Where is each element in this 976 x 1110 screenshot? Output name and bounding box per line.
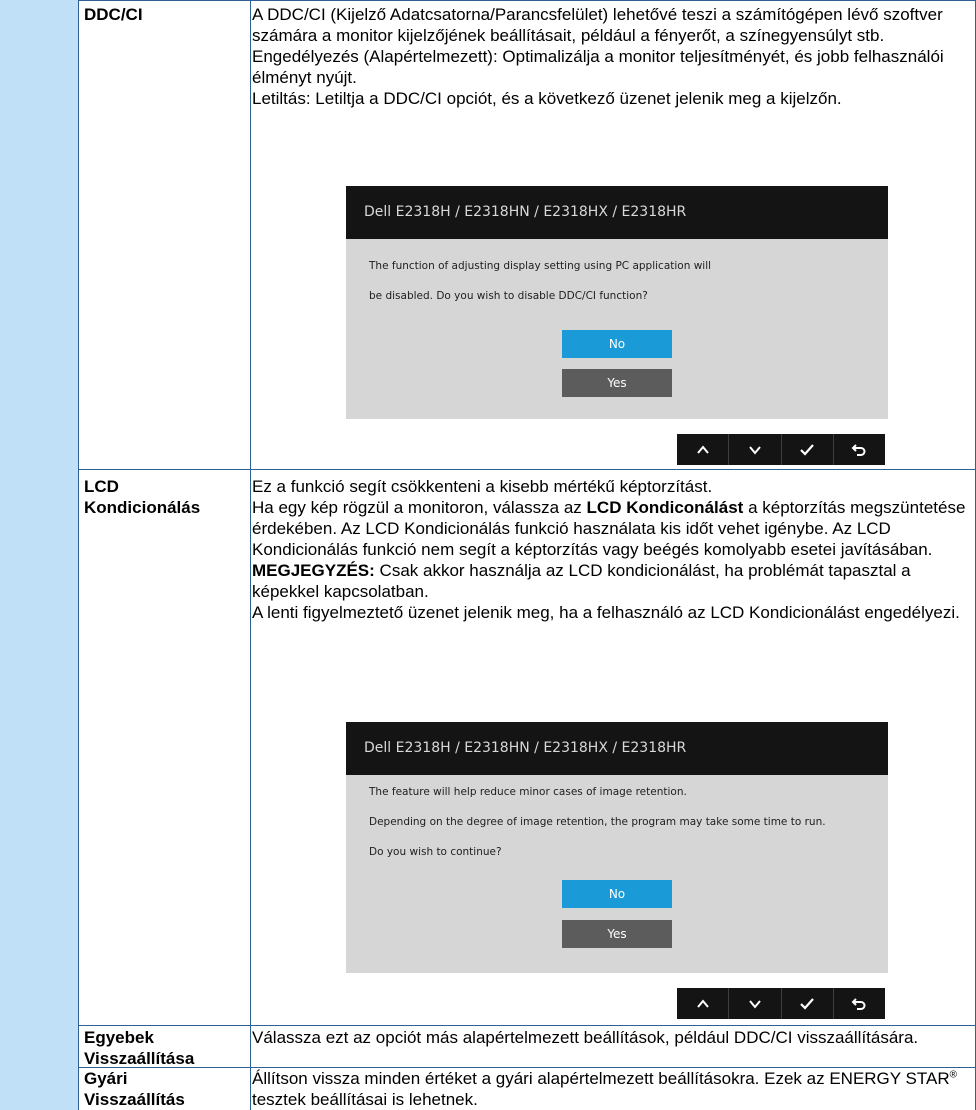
ddcci-dialog: Dell E2318H / E2318HN / E2318HX / E2318H… <box>346 186 888 419</box>
paragraph: A DDC/CI (Kijelző Adatcsatorna/Parancsfe… <box>252 5 943 45</box>
registered-mark: ® <box>949 1069 957 1081</box>
row-label-ddcci: DDC/CI <box>84 4 143 25</box>
text-run: Ha egy kép rögzül a monitoron, válassza … <box>252 498 582 517</box>
osd-nav-bar <box>677 988 885 1019</box>
label-text: Gyári <box>84 1069 128 1088</box>
checkmark-icon[interactable] <box>780 988 833 1019</box>
yes-button[interactable]: Yes <box>562 920 672 948</box>
row-label-factory-reset: Gyári Visszaállítás <box>84 1068 185 1110</box>
paragraph: Válassza ezt az opciót más alapértelmeze… <box>252 1028 919 1047</box>
paragraph: Ez a funkció segít csökkenteni a kisebb … <box>252 477 713 496</box>
dialog-message-line: be disabled. Do you wish to disable DDC/… <box>369 290 648 302</box>
row-description-other-reset: Válassza ezt az opciót más alapértelmeze… <box>252 1027 968 1048</box>
back-icon[interactable] <box>832 988 885 1019</box>
paragraph: Ha egy kép rögzül a monitoron, válassza … <box>252 497 968 560</box>
osd-nav-bar <box>677 434 885 465</box>
text-run: tesztek beállításai is lehetnek. <box>252 1090 478 1109</box>
chevron-up-icon[interactable] <box>677 988 728 1019</box>
row-label-lcd-conditioning: LCD Kondicionálás <box>84 476 200 518</box>
note-label: MEGJEGYZÉS: <box>252 561 375 580</box>
yes-button[interactable]: Yes <box>562 369 672 397</box>
paragraph: MEGJEGYZÉS: Csak akkor használja az LCD … <box>252 560 968 602</box>
paragraph: A lenti figyelmeztető üzenet jelenik meg… <box>252 603 960 622</box>
dialog-message-line: Depending on the degree of image retenti… <box>369 816 826 828</box>
table-border <box>78 1025 976 1026</box>
dialog-body: The feature will help reduce minor cases… <box>346 775 888 973</box>
label-text: Kondicionálás <box>84 498 201 517</box>
label-text: DDC/CI <box>84 5 143 24</box>
table-border <box>250 0 251 1110</box>
chevron-down-icon[interactable] <box>728 988 780 1019</box>
checkmark-icon[interactable] <box>780 434 833 465</box>
row-description-factory-reset: Állítson vissza minden értéket a gyári a… <box>252 1068 968 1110</box>
label-text: LCD <box>84 477 119 496</box>
paragraph: Engedélyezés (Alapértelmezett): Optimali… <box>252 47 944 87</box>
dialog-message-line: Do you wish to continue? <box>369 846 502 858</box>
dialog-title: Dell E2318H / E2318HN / E2318HX / E2318H… <box>346 722 888 775</box>
dialog-body: The function of adjusting display settin… <box>346 239 888 419</box>
settings-table: DDC/CI A DDC/CI (Kijelző Adatcsatorna/Pa… <box>0 0 976 1110</box>
paragraph: Állítson vissza minden értéket a gyári a… <box>252 1068 968 1110</box>
chevron-down-icon[interactable] <box>728 434 780 465</box>
bold-term: LCD Kondiconálást <box>586 498 744 517</box>
row-description-lcd-conditioning: Ez a funkció segít csökkenteni a kisebb … <box>252 476 968 623</box>
row-description-ddcci: A DDC/CI (Kijelző Adatcsatorna/Parancsfe… <box>252 4 968 109</box>
table-border <box>78 0 976 1</box>
text-run: Állítson vissza minden értéket a gyári a… <box>252 1069 950 1088</box>
no-button[interactable]: No <box>562 880 672 908</box>
label-text: Egyebek <box>84 1028 154 1047</box>
no-button[interactable]: No <box>562 330 672 358</box>
dialog-message-line: The feature will help reduce minor cases… <box>369 786 687 798</box>
row-label-other-reset: Egyebek Visszaállítása <box>84 1027 194 1069</box>
table-border <box>78 0 79 1110</box>
dialog-title: Dell E2318H / E2318HN / E2318HX / E2318H… <box>346 186 888 239</box>
table-border <box>78 469 976 470</box>
paragraph: Letiltás: Letiltja a DDC/CI opciót, és a… <box>252 89 842 108</box>
left-margin-column <box>0 0 78 1110</box>
dialog-message-line: The function of adjusting display settin… <box>369 260 712 272</box>
label-text: Visszaállítása <box>84 1049 195 1068</box>
label-text: Visszaállítás <box>84 1090 185 1109</box>
chevron-up-icon[interactable] <box>677 434 728 465</box>
lcd-conditioning-dialog: Dell E2318H / E2318HN / E2318HX / E2318H… <box>346 722 888 973</box>
back-icon[interactable] <box>832 434 885 465</box>
